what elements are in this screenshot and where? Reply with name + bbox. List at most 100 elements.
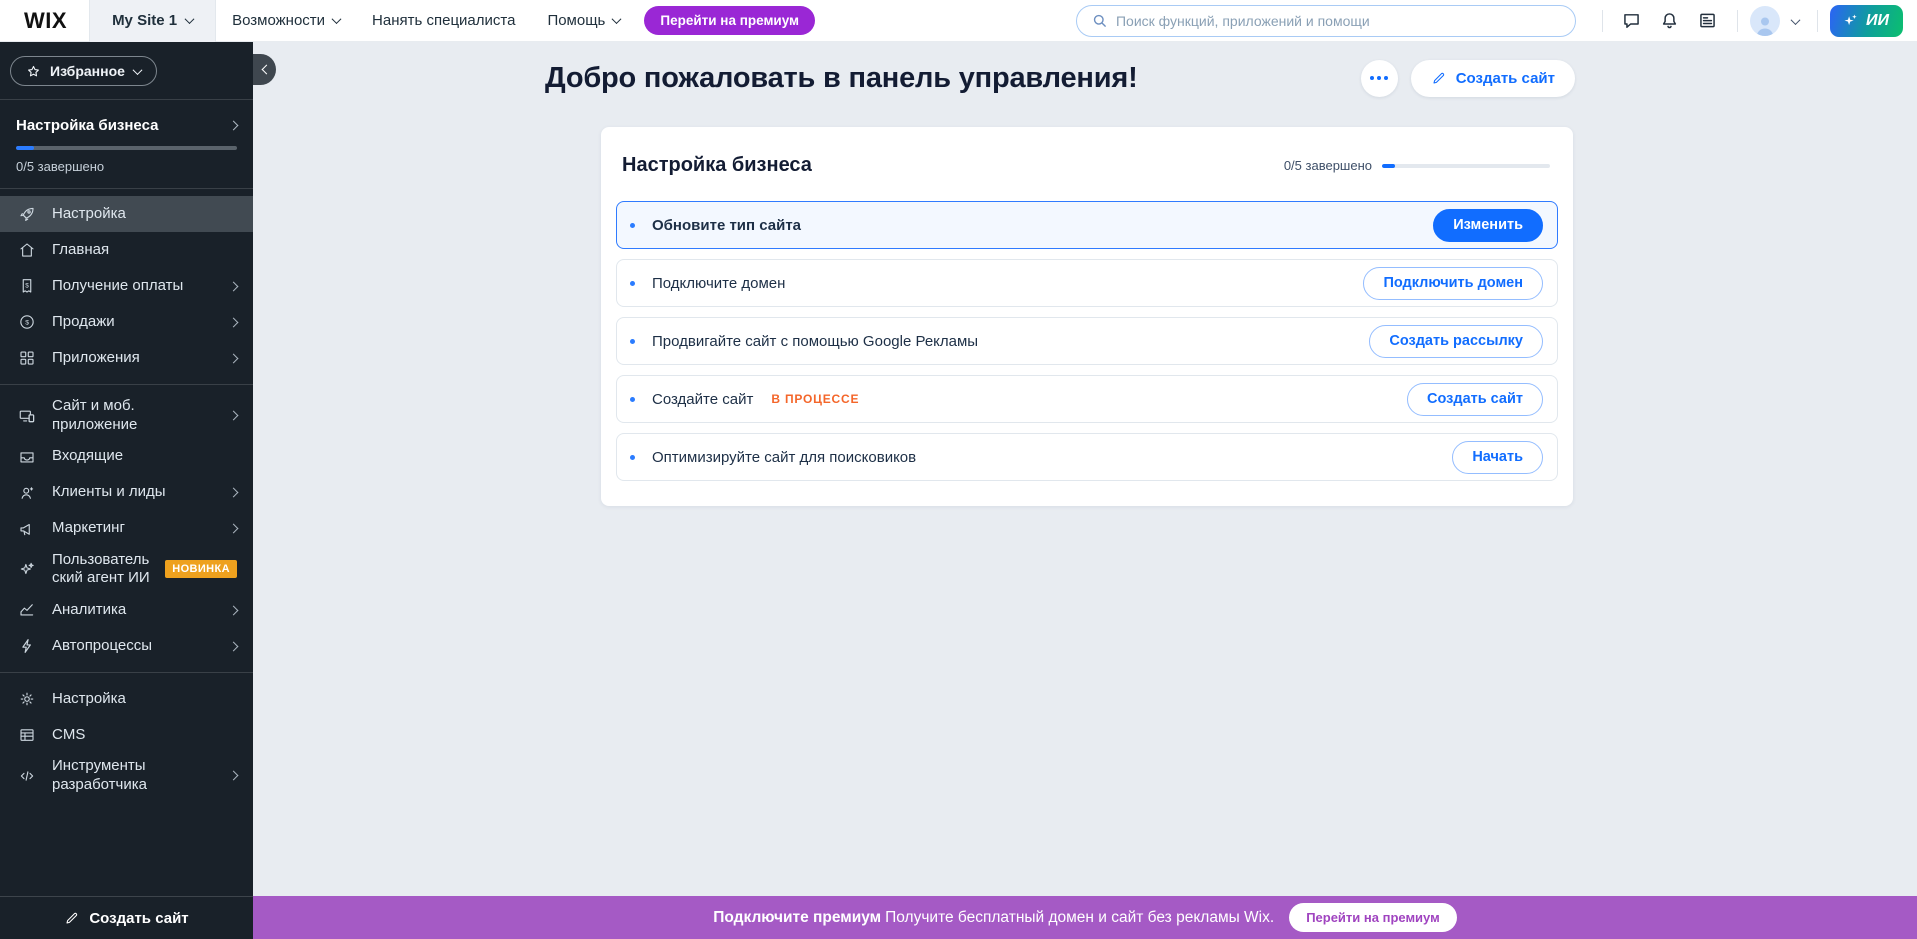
- chevron-right-icon: [229, 121, 239, 131]
- svg-text:$: $: [25, 320, 29, 327]
- sidebar-item-automations[interactable]: Автопроцессы: [0, 628, 253, 664]
- sidebar-item-apps[interactable]: Приложения: [0, 340, 253, 376]
- automation-icon: [17, 637, 37, 655]
- chevron-right-icon: [229, 605, 239, 615]
- sidebar-item-site-and-app[interactable]: Сайт и моб. приложение: [0, 393, 253, 439]
- bullet-icon: [630, 223, 635, 228]
- news-icon[interactable]: [1691, 4, 1725, 38]
- task-change-button[interactable]: Изменить: [1433, 209, 1543, 242]
- chevron-down-icon: [185, 14, 195, 24]
- business-setup-panel[interactable]: Настройка бизнеса 0/5 завершено: [0, 100, 253, 188]
- rocket-icon: [17, 205, 37, 223]
- nav-help[interactable]: Помощь: [531, 12, 636, 29]
- task-row-update-site-type[interactable]: Обновите тип сайта Изменить: [616, 201, 1558, 249]
- dollar-circle-icon: $: [17, 313, 37, 331]
- global-search[interactable]: [1076, 5, 1576, 37]
- sidebar-item-sales[interactable]: $ Продажи: [0, 304, 253, 340]
- bell-icon[interactable]: [1653, 4, 1687, 38]
- sidebar-item-ai-agent[interactable]: Пользовательский агент ИИ НОВИНКА: [0, 547, 253, 593]
- contacts-icon: [17, 484, 37, 502]
- card-progress-bar: [1382, 164, 1550, 168]
- sidebar-item-home[interactable]: Главная: [0, 232, 253, 268]
- chevron-down-icon: [612, 14, 622, 24]
- favorites-button[interactable]: Избранное: [10, 56, 157, 86]
- sidebar-item-inbox[interactable]: Входящие: [0, 439, 253, 475]
- sidebar-item-marketing[interactable]: Маркетинг: [0, 511, 253, 547]
- sparkle-icon: [1842, 12, 1859, 29]
- card-progress-caption: 0/5 завершено: [1284, 158, 1372, 173]
- chevron-right-icon: [229, 524, 239, 534]
- sidebar-item-settings[interactable]: Настройка: [0, 681, 253, 717]
- business-setup-card: Настройка бизнеса 0/5 завершено Обновите…: [601, 127, 1573, 506]
- task-row-create-site[interactable]: Создайте сайт В ПРОЦЕССЕ Создать сайт: [616, 375, 1558, 423]
- search-icon: [1091, 12, 1108, 29]
- card-title: Настройка бизнеса: [622, 154, 812, 177]
- cms-table-icon: [17, 726, 37, 744]
- account-menu-chevron[interactable]: [1792, 12, 1799, 30]
- apps-grid-icon: [17, 349, 37, 367]
- upgrade-premium-button[interactable]: Перейти на премиум: [644, 6, 815, 35]
- sidebar-menu: Настройка Главная $ Получение оплаты $ П…: [0, 189, 253, 799]
- sidebar-item-setup[interactable]: Настройка: [0, 196, 253, 232]
- chevron-down-icon: [132, 65, 142, 75]
- sidebar-item-payments[interactable]: $ Получение оплаты: [0, 268, 253, 304]
- star-icon: [26, 64, 41, 79]
- site-selector[interactable]: My Site 1: [89, 0, 216, 42]
- pencil-icon: [1431, 70, 1447, 86]
- bullet-icon: [630, 339, 635, 344]
- wix-dashboard: WIX My Site 1 Возможности Нанять специал…: [0, 0, 1917, 939]
- chevron-right-icon: [229, 317, 239, 327]
- sidebar-create-site-button[interactable]: Создать сайт: [0, 896, 253, 939]
- create-site-button[interactable]: Создать сайт: [1411, 60, 1575, 97]
- nav-hire-professional[interactable]: Нанять специалиста: [356, 12, 531, 29]
- task-row-seo[interactable]: Оптимизируйте сайт для поисковиков Начат…: [616, 433, 1558, 481]
- svg-text:$: $: [25, 283, 29, 290]
- page-title: Добро пожаловать в панель управления!: [545, 62, 1138, 95]
- divider: [1737, 10, 1738, 32]
- inbox-icon: [17, 448, 37, 466]
- avatar[interactable]: [1750, 6, 1780, 36]
- setup-title: Настройка бизнеса: [16, 117, 158, 134]
- site-selector-label: My Site 1: [112, 12, 177, 29]
- top-bar: WIX My Site 1 Возможности Нанять специал…: [0, 0, 1917, 42]
- pencil-icon: [64, 910, 80, 926]
- chevron-right-icon: [229, 488, 239, 498]
- megaphone-icon: [17, 520, 37, 538]
- topbar-icons: ИИ: [1594, 4, 1903, 38]
- sidebar-item-contacts[interactable]: Клиенты и лиды: [0, 475, 253, 511]
- chevron-down-icon: [332, 14, 342, 24]
- chevron-right-icon: [229, 353, 239, 363]
- sidebar-item-analytics[interactable]: Аналитика: [0, 592, 253, 628]
- code-icon: [17, 767, 37, 785]
- divider: [1602, 10, 1603, 32]
- task-connect-domain-button[interactable]: Подключить домен: [1363, 267, 1543, 300]
- gear-icon: [17, 690, 37, 708]
- task-status-badge: В ПРОЦЕССЕ: [771, 392, 859, 406]
- invoice-icon: $: [17, 277, 37, 295]
- chevron-right-icon: [229, 771, 239, 781]
- nav-features[interactable]: Возможности: [216, 12, 356, 29]
- sidebar-item-dev-tools[interactable]: Инструменты разработчика: [0, 753, 253, 799]
- search-input[interactable]: [1116, 13, 1561, 29]
- premium-banner: Подключите премиумПолучите бесплатный до…: [253, 896, 1917, 939]
- task-row-connect-domain[interactable]: Подключите домен Подключить домен: [616, 259, 1558, 307]
- task-create-site-button[interactable]: Создать сайт: [1407, 383, 1543, 416]
- divider: [1817, 10, 1818, 32]
- setup-progress-caption: 0/5 завершено: [16, 159, 237, 174]
- premium-banner-button[interactable]: Перейти на премиум: [1289, 903, 1457, 932]
- ai-assistant-button[interactable]: ИИ: [1830, 5, 1903, 37]
- sidebar-item-cms[interactable]: CMS: [0, 717, 253, 753]
- bullet-icon: [630, 455, 635, 460]
- task-row-google-ads[interactable]: Продвигайте сайт с помощью Google Реклам…: [616, 317, 1558, 365]
- chat-icon[interactable]: [1615, 4, 1649, 38]
- analytics-icon: [17, 601, 37, 619]
- sparkle-icon: [17, 560, 37, 578]
- sidebar: Избранное Настройка бизнеса 0/5 завершен…: [0, 42, 253, 939]
- bullet-icon: [630, 397, 635, 402]
- wix-logo[interactable]: WIX: [24, 8, 67, 34]
- task-create-campaign-button[interactable]: Создать рассылку: [1369, 325, 1543, 358]
- new-badge: НОВИНКА: [165, 560, 237, 578]
- task-start-button[interactable]: Начать: [1452, 441, 1543, 474]
- more-options-button[interactable]: [1361, 60, 1398, 97]
- chevron-right-icon: [229, 411, 239, 421]
